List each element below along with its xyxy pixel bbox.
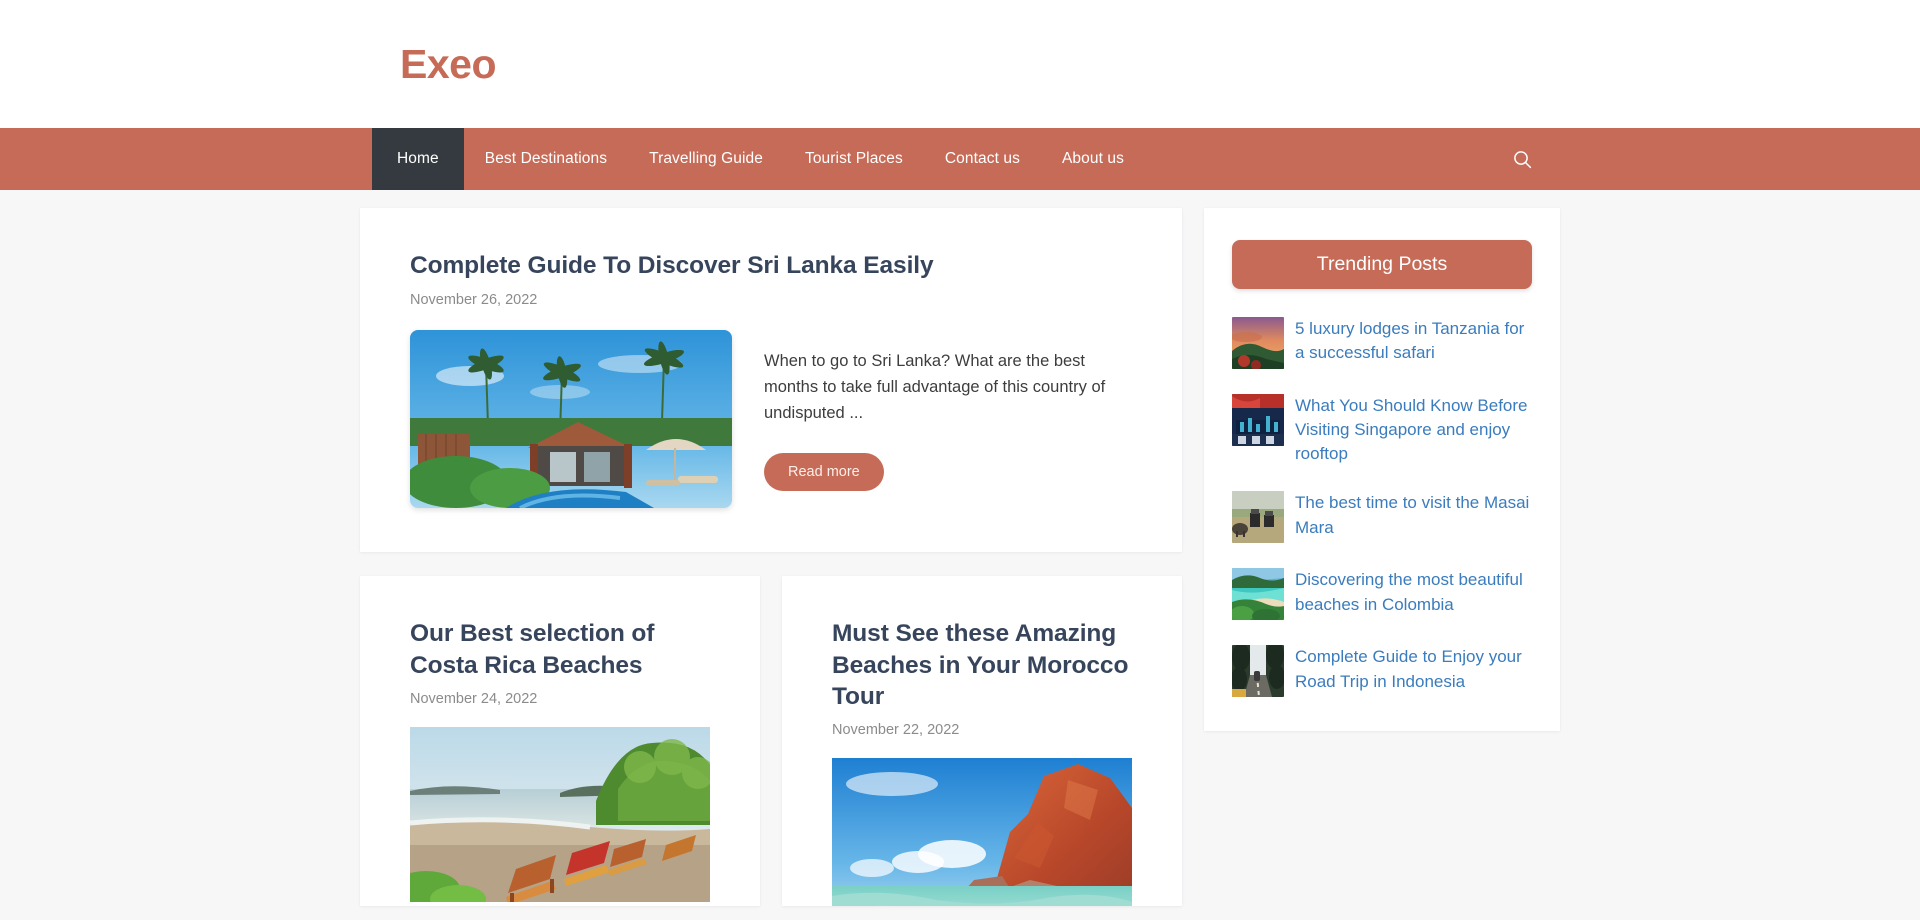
post-title: Our Best selection of Costa Rica Beaches bbox=[410, 618, 710, 681]
trending-post-link[interactable]: Complete Guide to Enjoy your Road Trip i… bbox=[1295, 647, 1522, 690]
post-title-link[interactable]: Our Best selection of Costa Rica Beaches bbox=[410, 620, 654, 678]
site-logo[interactable]: Exeo bbox=[400, 43, 497, 85]
post-thumbnail[interactable] bbox=[410, 727, 710, 903]
post-title: Must See these Amazing Beaches in Your M… bbox=[832, 618, 1132, 712]
main-navigation: Home Best Destinations Travelling Guide … bbox=[0, 128, 1920, 190]
post-thumbnail[interactable] bbox=[832, 758, 1132, 907]
featured-post-excerpt: When to go to Sri Lanka? What are the be… bbox=[764, 352, 1106, 423]
nav-link-tourist-places[interactable]: Tourist Places bbox=[784, 128, 924, 190]
nav-item-about-us[interactable]: About us bbox=[1041, 128, 1145, 190]
page-container: Complete Guide To Discover Sri Lanka Eas… bbox=[360, 190, 1560, 907]
post-card-costa-rica: Our Best selection of Costa Rica Beaches… bbox=[360, 576, 760, 907]
trending-post-link[interactable]: What You Should Know Before Visiting Sin… bbox=[1295, 396, 1528, 463]
nav-link-contact-us[interactable]: Contact us bbox=[924, 128, 1041, 190]
trending-posts-list: 5 luxury lodges in Tanzania for a succes… bbox=[1232, 317, 1532, 698]
post-date: November 22, 2022 bbox=[832, 722, 960, 739]
nav-link-about-us[interactable]: About us bbox=[1041, 128, 1145, 190]
list-item[interactable]: Complete Guide to Enjoy your Road Trip i… bbox=[1232, 645, 1532, 698]
site-header: Exeo bbox=[0, 0, 1920, 128]
trending-posts-widget: Trending Posts 5 luxury lodges in Tanzan… bbox=[1204, 208, 1560, 732]
post-title-link[interactable]: Must See these Amazing Beaches in Your M… bbox=[832, 620, 1128, 710]
search-icon bbox=[1513, 150, 1532, 169]
list-item[interactable]: 5 luxury lodges in Tanzania for a succes… bbox=[1232, 317, 1532, 369]
trending-thumbnail-icon bbox=[1232, 491, 1284, 544]
search-toggle-button[interactable] bbox=[1497, 128, 1548, 190]
list-item[interactable]: What You Should Know Before Visiting Sin… bbox=[1232, 394, 1532, 466]
nav-link-home[interactable]: Home bbox=[372, 128, 464, 190]
featured-post-card: Complete Guide To Discover Sri Lanka Eas… bbox=[360, 208, 1182, 553]
trending-post-link[interactable]: 5 luxury lodges in Tanzania for a succes… bbox=[1295, 319, 1524, 362]
list-item[interactable]: Discovering the most beautiful beaches i… bbox=[1232, 568, 1532, 621]
trending-thumbnail-icon bbox=[1232, 568, 1284, 621]
nav-item-tourist-places[interactable]: Tourist Places bbox=[784, 128, 924, 190]
widget-title: Trending Posts bbox=[1232, 240, 1532, 289]
post-grid: Our Best selection of Costa Rica Beaches… bbox=[360, 576, 1182, 907]
trending-thumbnail-icon bbox=[1232, 317, 1284, 369]
nav-link-travelling-guide[interactable]: Travelling Guide bbox=[628, 128, 784, 190]
list-item[interactable]: The best time to visit the Masai Mara bbox=[1232, 491, 1532, 544]
nav-item-best-destinations[interactable]: Best Destinations bbox=[464, 128, 628, 190]
sidebar: Trending Posts 5 luxury lodges in Tanzan… bbox=[1204, 208, 1560, 732]
read-more-button[interactable]: Read more bbox=[764, 452, 884, 491]
featured-post-date: November 26, 2022 bbox=[410, 292, 538, 309]
post-card-morocco: Must See these Amazing Beaches in Your M… bbox=[782, 576, 1182, 907]
nav-item-travelling-guide[interactable]: Travelling Guide bbox=[628, 128, 784, 190]
nav-link-best-destinations[interactable]: Best Destinations bbox=[464, 128, 628, 190]
nav-item-home[interactable]: Home bbox=[372, 128, 464, 190]
trending-thumbnail-icon bbox=[1232, 394, 1284, 446]
trending-post-link[interactable]: The best time to visit the Masai Mara bbox=[1295, 493, 1529, 536]
main-content: Complete Guide To Discover Sri Lanka Eas… bbox=[360, 208, 1182, 907]
nav-item-contact-us[interactable]: Contact us bbox=[924, 128, 1041, 190]
trending-post-link[interactable]: Discovering the most beautiful beaches i… bbox=[1295, 570, 1523, 613]
featured-post-title: Complete Guide To Discover Sri Lanka Eas… bbox=[410, 250, 1132, 281]
post-date: November 24, 2022 bbox=[410, 691, 538, 708]
trending-thumbnail-icon bbox=[1232, 645, 1284, 698]
featured-post-thumbnail[interactable] bbox=[410, 330, 732, 509]
nav-menu: Home Best Destinations Travelling Guide … bbox=[372, 128, 1145, 190]
featured-post-title-link[interactable]: Complete Guide To Discover Sri Lanka Eas… bbox=[410, 252, 934, 279]
